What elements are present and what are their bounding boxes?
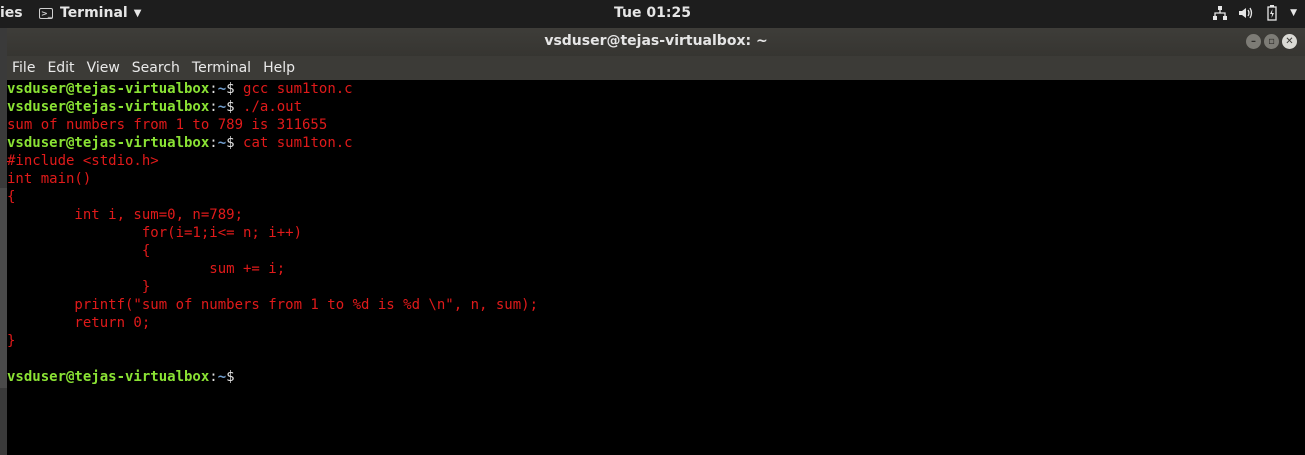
prompt-dollar: $	[226, 99, 235, 115]
prompt-separator: :	[209, 135, 218, 151]
terminal-output-line: #include <stdio.h>	[7, 152, 1289, 170]
window-title: vsduser@tejas-virtualbox: ~	[544, 33, 768, 49]
command-text: gcc sum1ton.c	[234, 81, 353, 97]
terminal-output-line: {	[7, 242, 1289, 260]
prompt-path: ~	[217, 135, 227, 151]
battery-icon[interactable]	[1264, 4, 1280, 22]
output-text: printf("sum of numbers from 1 to %d is %…	[7, 297, 539, 313]
prompt-path: ~	[217, 99, 227, 115]
output-text: {	[7, 189, 16, 205]
window-titlebar[interactable]: vsduser@tejas-virtualbox: ~ – ▫ ✕	[7, 28, 1305, 56]
app-menu[interactable]: >_ Terminal ▼	[39, 5, 141, 21]
window-controls: – ▫ ✕	[1246, 34, 1297, 49]
terminal-output-line: }	[7, 278, 1289, 296]
terminal-output-line: return 0;	[7, 314, 1289, 332]
terminal-output-line: int i, sum=0, n=789;	[7, 206, 1289, 224]
activities-button[interactable]: ies	[0, 5, 23, 21]
prompt-user: vsduser@tejas-virtualbox	[7, 135, 210, 151]
output-text: {	[7, 243, 151, 259]
terminal-prompt-line: vsduser@tejas-virtualbox:~$ ./a.out	[7, 98, 1289, 116]
terminal-prompt-line: vsduser@tejas-virtualbox:~$ gcc sum1ton.…	[7, 80, 1289, 98]
output-text: int i, sum=0, n=789;	[7, 207, 244, 223]
prompt-path: ~	[217, 81, 227, 97]
prompt-user: vsduser@tejas-virtualbox	[7, 81, 210, 97]
menu-search[interactable]: Search	[126, 60, 186, 76]
prompt-dollar: $	[226, 369, 235, 385]
terminal-output[interactable]: vsduser@tejas-virtualbox:~$ gcc sum1ton.…	[7, 80, 1289, 455]
prompt-separator: :	[209, 369, 218, 385]
output-text: return 0;	[7, 315, 151, 331]
terminal-prompt-line: vsduser@tejas-virtualbox:~$	[7, 368, 1289, 386]
terminal-output-line: for(i=1;i<= n; i++)	[7, 224, 1289, 242]
system-menu-chevron-icon[interactable]: ▼	[1290, 8, 1297, 18]
prompt-user: vsduser@tejas-virtualbox	[7, 99, 210, 115]
system-tray[interactable]: ▼	[1212, 4, 1297, 22]
prompt-path: ~	[217, 369, 227, 385]
clock-container: Tue 01:25	[0, 5, 1305, 21]
output-text: sum of numbers from 1 to 789 is 311655	[7, 117, 328, 133]
volume-icon[interactable]	[1238, 4, 1254, 22]
maximize-icon[interactable]: ▫	[1264, 34, 1279, 49]
output-text: int main()	[7, 171, 92, 187]
clock[interactable]: Tue 01:25	[614, 5, 691, 21]
terminal-app-icon: >_	[39, 7, 53, 19]
prompt-user: vsduser@tejas-virtualbox	[7, 369, 210, 385]
prompt-dollar: $	[226, 135, 235, 151]
menu-file[interactable]: File	[7, 60, 41, 76]
terminal-window: vsduser@tejas-virtualbox: ~ – ▫ ✕ File E…	[7, 28, 1305, 455]
menu-terminal[interactable]: Terminal	[186, 60, 257, 76]
terminal-output-line: printf("sum of numbers from 1 to %d is %…	[7, 296, 1289, 314]
minimize-icon[interactable]: –	[1246, 34, 1261, 49]
menu-bar: File Edit View Search Terminal Help	[7, 56, 1305, 80]
command-text: ./a.out	[234, 99, 303, 115]
menu-view[interactable]: View	[81, 60, 126, 76]
terminal-scrollbar[interactable]	[1289, 80, 1305, 455]
output-text: }	[7, 279, 151, 295]
prompt-separator: :	[209, 99, 218, 115]
top-panel: ies >_ Terminal ▼ Tue 01:25 ▼	[0, 0, 1305, 28]
prompt-dollar: $	[226, 81, 235, 97]
output-text: #include <stdio.h>	[7, 153, 159, 169]
terminal-output-line: }	[7, 332, 1289, 350]
network-icon[interactable]	[1212, 4, 1228, 22]
chevron-down-icon: ▼	[133, 7, 142, 19]
menu-edit[interactable]: Edit	[41, 60, 80, 76]
app-menu-label: Terminal	[60, 5, 128, 21]
terminal-output-line: {	[7, 188, 1289, 206]
output-text: for(i=1;i<= n; i++)	[7, 225, 303, 241]
close-icon[interactable]: ✕	[1282, 34, 1297, 49]
menu-help[interactable]: Help	[257, 60, 301, 76]
output-text: }	[7, 333, 16, 349]
prompt-separator: :	[209, 81, 218, 97]
terminal-output-line: sum of numbers from 1 to 789 is 311655	[7, 116, 1289, 134]
output-text: sum += i;	[7, 261, 286, 277]
terminal-output-line: sum += i;	[7, 260, 1289, 278]
command-text: cat sum1ton.c	[234, 135, 353, 151]
terminal-prompt-line: vsduser@tejas-virtualbox:~$ cat sum1ton.…	[7, 134, 1289, 152]
terminal-output-line: int main()	[7, 170, 1289, 188]
